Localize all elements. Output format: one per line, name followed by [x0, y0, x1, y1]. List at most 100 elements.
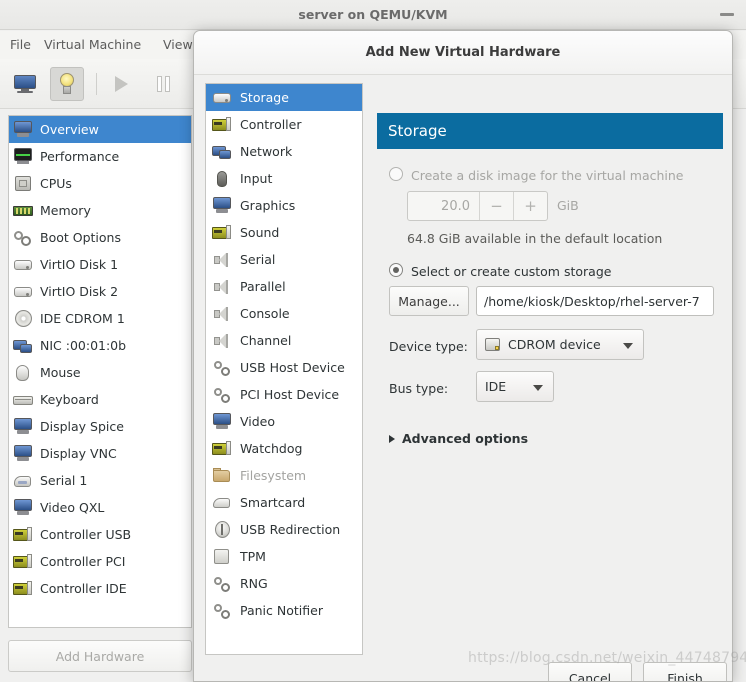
device-item-label: Channel [240, 333, 292, 348]
hardware-item-label: Controller IDE [40, 581, 127, 596]
storage-path-input[interactable]: /home/kiosk/Desktop/rhel-server-7 [476, 286, 714, 316]
chevron-right-icon [389, 434, 395, 443]
show-details-button[interactable] [50, 67, 84, 101]
device-item-panic-notifier[interactable]: Panic Notifier [206, 597, 362, 624]
disk-size-spinner[interactable]: 20.0 − + [407, 191, 548, 221]
expansion-card-icon [212, 116, 232, 134]
device-item-label: Network [240, 144, 293, 159]
hardware-item-controller-usb[interactable]: Controller USB [9, 521, 191, 548]
disk-size-value[interactable]: 20.0 [408, 192, 479, 220]
hardware-item-label: VirtIO Disk 2 [40, 284, 119, 299]
dialog-titlebar: Add New Virtual Hardware [194, 31, 732, 75]
hardware-item-virtio-disk-1[interactable]: VirtIO Disk 1 [9, 251, 191, 278]
hardware-item-controller-ide[interactable]: Controller IDE [9, 575, 191, 602]
network-icon [212, 143, 232, 161]
device-item-tpm[interactable]: TPM [206, 543, 362, 570]
advanced-options-label: Advanced options [402, 431, 529, 446]
menu-virtual-machine[interactable]: Virtual Machine [44, 37, 141, 52]
bus-type-select[interactable]: IDE [476, 371, 554, 402]
hardware-item-nic[interactable]: NIC :00:01:0b [9, 332, 191, 359]
display-icon [212, 412, 232, 431]
expansion-card-icon [13, 580, 33, 598]
device-item-input[interactable]: Input [206, 165, 362, 192]
device-type-select[interactable]: CDROM device [476, 329, 644, 360]
speaker-port-icon [212, 251, 232, 269]
manage-button[interactable]: Manage... [389, 286, 469, 316]
hardware-item-video-qxl[interactable]: Video QXL [9, 494, 191, 521]
lightbulb-icon [59, 73, 75, 95]
device-item-pci-host-device[interactable]: PCI Host Device [206, 381, 362, 408]
hardware-item-controller-pci[interactable]: Controller PCI [9, 548, 191, 575]
hardware-item-memory[interactable]: Memory [9, 197, 191, 224]
mouse-icon [13, 364, 33, 382]
hardware-item-performance[interactable]: Performance [9, 143, 191, 170]
device-category-list[interactable]: Storage Controller Network Input Graphic… [205, 83, 363, 655]
device-item-sound[interactable]: Sound [206, 219, 362, 246]
harddisk-icon [13, 256, 33, 274]
hardware-item-label: Display Spice [40, 419, 124, 434]
hardware-item-serial-1[interactable]: Serial 1 [9, 467, 191, 494]
show-console-button[interactable] [8, 67, 42, 101]
device-item-graphics[interactable]: Graphics [206, 192, 362, 219]
menu-file[interactable]: File [10, 37, 31, 52]
run-button[interactable] [104, 67, 138, 101]
minimize-button[interactable] [720, 13, 734, 16]
performance-graph-icon [13, 147, 33, 166]
device-item-label: Storage [240, 90, 289, 105]
tpm-chip-icon [212, 548, 232, 566]
folder-icon [212, 467, 232, 485]
hardware-item-display-spice[interactable]: Display Spice [9, 413, 191, 440]
hardware-item-label: Mouse [40, 365, 81, 380]
disk-size-decrement-button[interactable]: − [479, 192, 513, 220]
finish-button[interactable]: Finish [643, 662, 727, 681]
device-item-serial[interactable]: Serial [206, 246, 362, 273]
device-item-controller[interactable]: Controller [206, 111, 362, 138]
device-item-usb-redirection[interactable]: USB Redirection [206, 516, 362, 543]
section-header: Storage [377, 113, 723, 149]
device-item-parallel[interactable]: Parallel [206, 273, 362, 300]
hardware-item-virtio-disk-2[interactable]: VirtIO Disk 2 [9, 278, 191, 305]
device-item-network[interactable]: Network [206, 138, 362, 165]
custom-storage-radio[interactable] [389, 263, 403, 277]
advanced-options-expander[interactable]: Advanced options [389, 431, 528, 446]
display-icon [13, 444, 33, 463]
pause-button[interactable] [146, 67, 180, 101]
gears-icon [13, 229, 33, 247]
hardware-item-display-vnc[interactable]: Display VNC [9, 440, 191, 467]
hardware-item-ide-cdrom-1[interactable]: IDE CDROM 1 [9, 305, 191, 332]
hardware-list[interactable]: Overview Performance CPUs Memory Boot Op… [8, 115, 192, 628]
memory-module-icon [13, 202, 33, 220]
hardware-item-mouse[interactable]: Mouse [9, 359, 191, 386]
menu-view[interactable]: View [163, 37, 193, 52]
cancel-button[interactable]: Cancel [548, 662, 632, 681]
add-hardware-button[interactable]: Add Hardware [8, 640, 192, 672]
device-item-video[interactable]: Video [206, 408, 362, 435]
chevron-down-icon [533, 384, 543, 391]
pause-icon [156, 76, 170, 92]
hardware-item-overview[interactable]: Overview [9, 116, 191, 143]
device-item-storage[interactable]: Storage [206, 84, 362, 111]
toolbar-separator [96, 73, 97, 95]
device-item-label: TPM [240, 549, 266, 564]
device-item-channel[interactable]: Channel [206, 327, 362, 354]
device-item-label: Panic Notifier [240, 603, 323, 618]
expansion-card-icon [13, 553, 33, 571]
network-icon [13, 337, 33, 355]
device-item-usb-host-device[interactable]: USB Host Device [206, 354, 362, 381]
hardware-item-cpus[interactable]: CPUs [9, 170, 191, 197]
device-item-label: Video [240, 414, 276, 429]
device-item-console[interactable]: Console [206, 300, 362, 327]
hardware-item-label: Overview [40, 122, 99, 137]
device-item-watchdog[interactable]: Watchdog [206, 435, 362, 462]
gears-icon [212, 359, 232, 377]
device-item-label: Smartcard [240, 495, 306, 510]
hardware-item-label: VirtIO Disk 1 [40, 257, 119, 272]
hardware-item-boot-options[interactable]: Boot Options [9, 224, 191, 251]
hardware-item-keyboard[interactable]: Keyboard [9, 386, 191, 413]
create-disk-radio[interactable] [389, 167, 403, 181]
device-item-smartcard[interactable]: Smartcard [206, 489, 362, 516]
disk-size-increment-button[interactable]: + [513, 192, 547, 220]
play-icon [114, 76, 128, 92]
device-item-filesystem[interactable]: Filesystem [206, 462, 362, 489]
device-item-rng[interactable]: RNG [206, 570, 362, 597]
